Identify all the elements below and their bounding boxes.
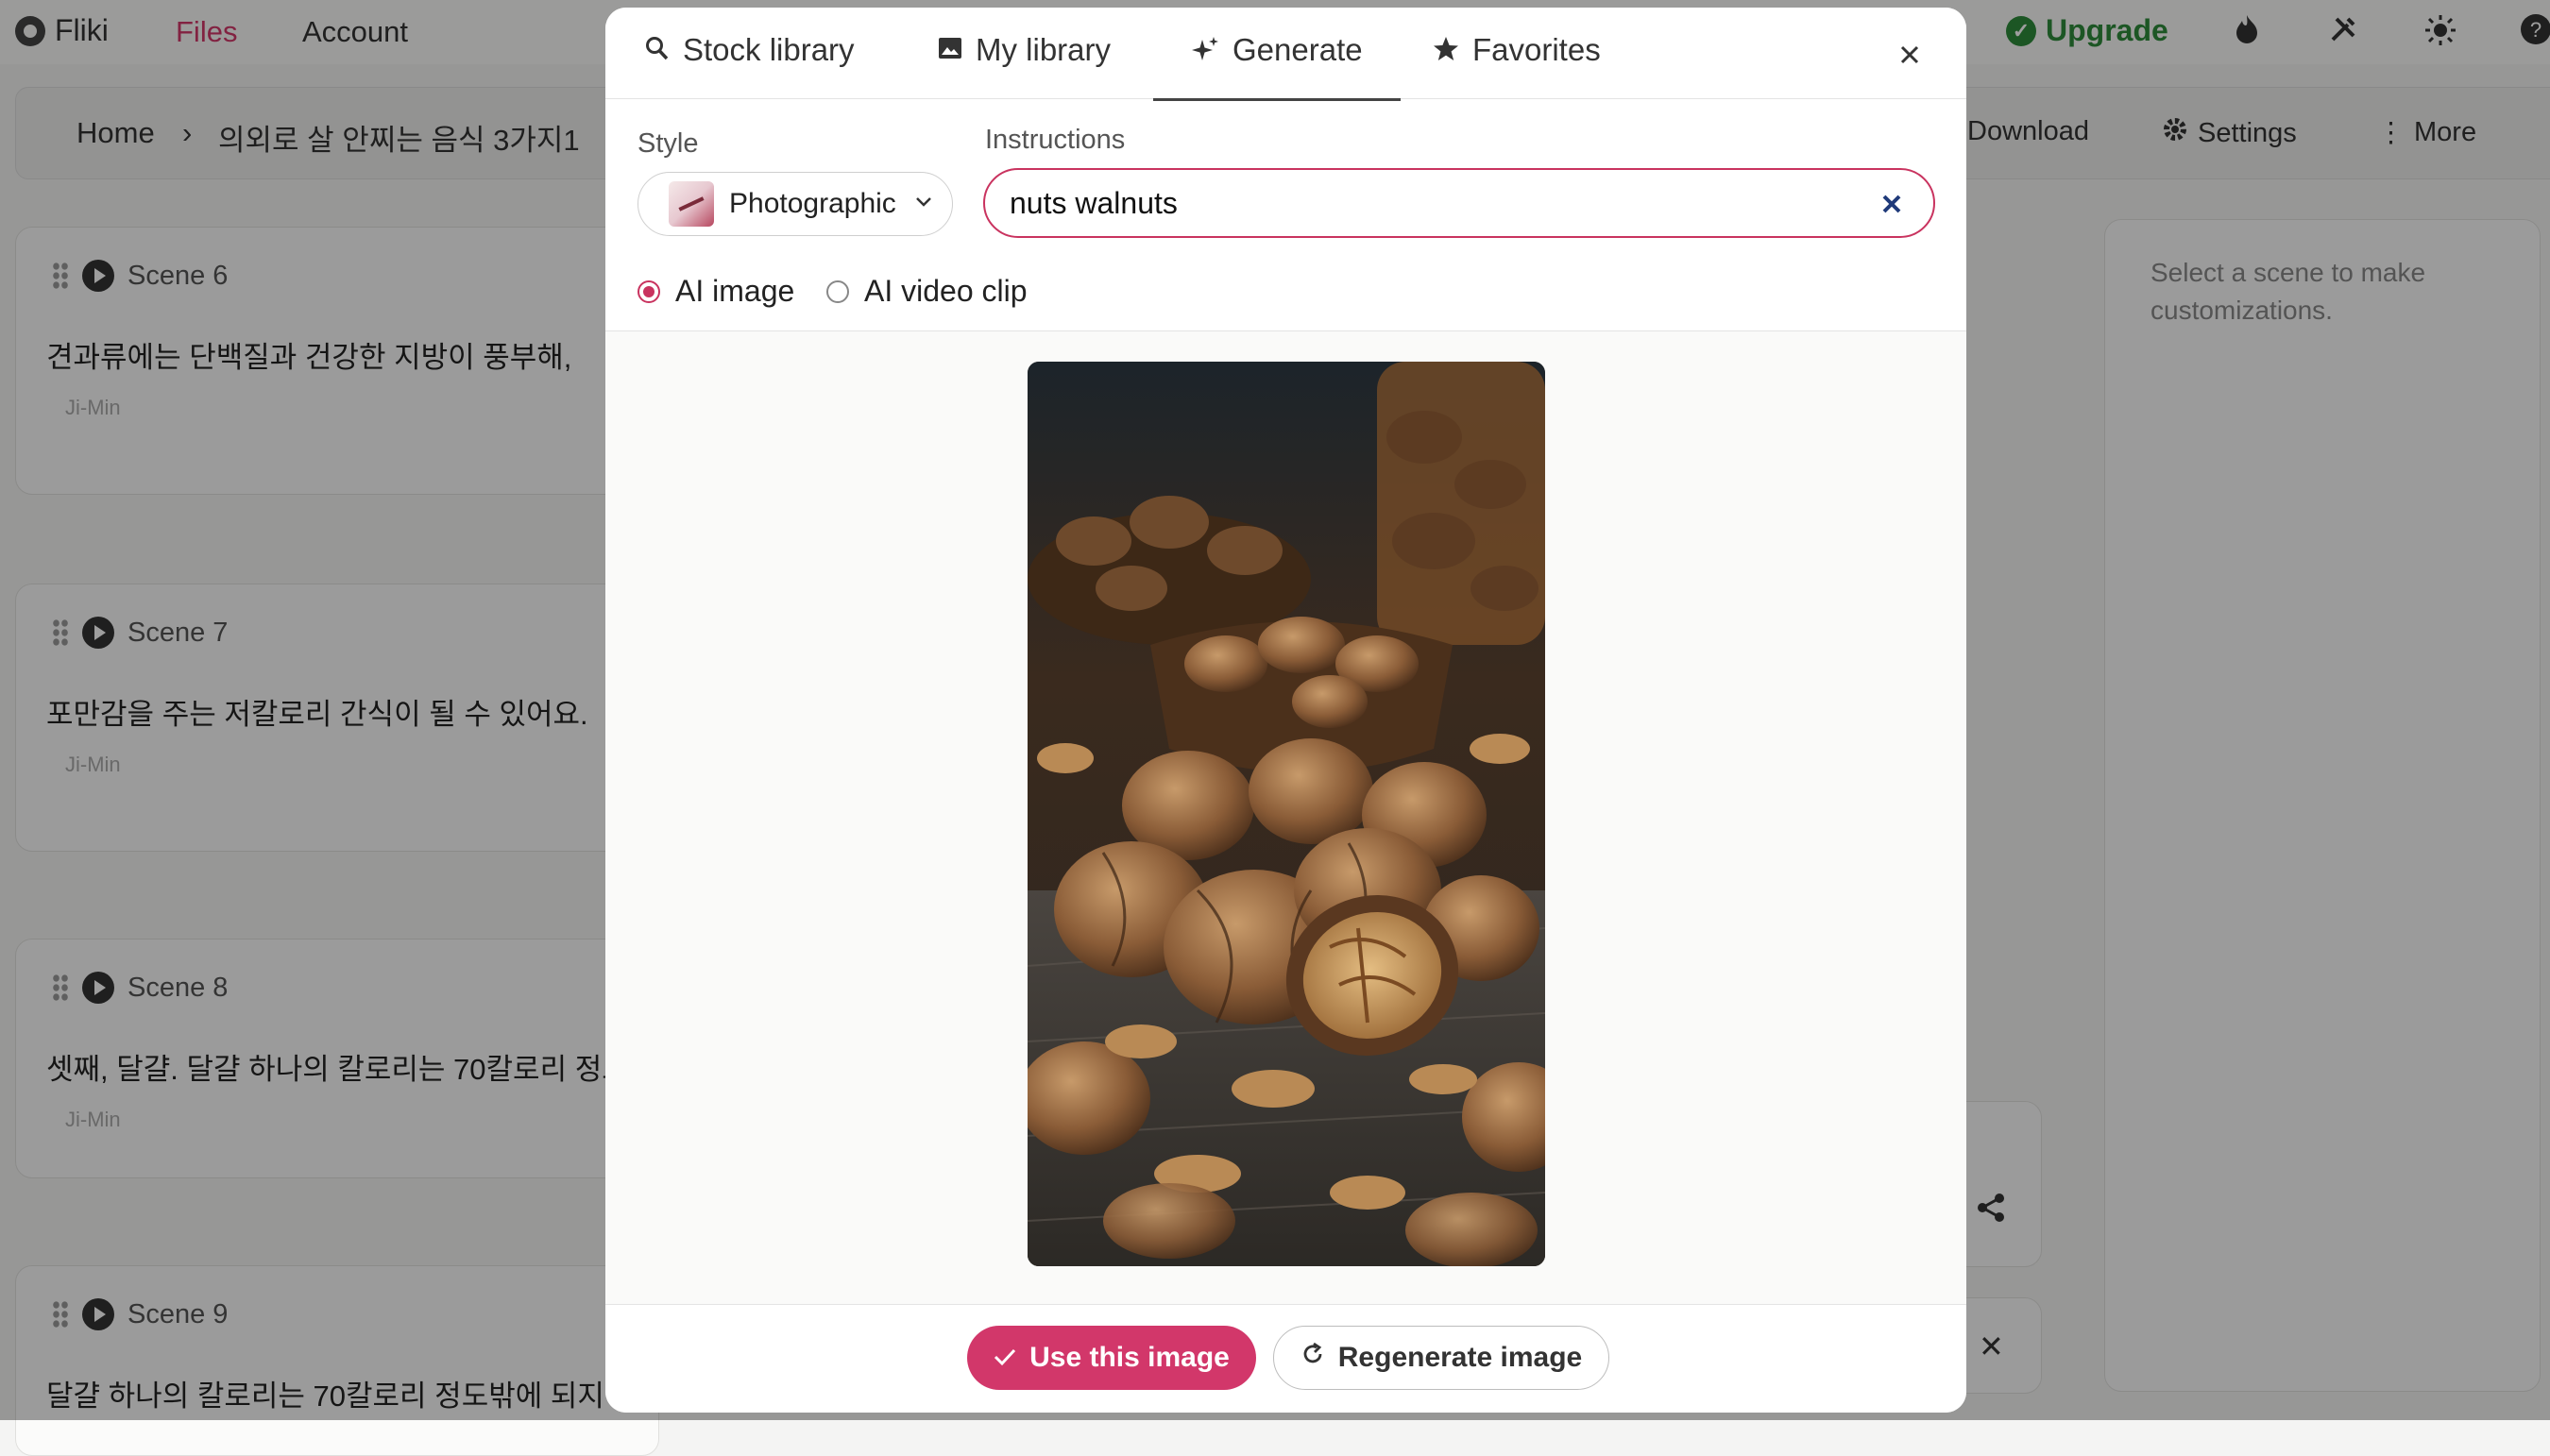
style-label: Style [638, 128, 699, 159]
tab-label: Stock library [683, 32, 855, 67]
use-image-button[interactable]: Use this image [967, 1326, 1256, 1390]
style-select[interactable]: Photographic [638, 172, 953, 236]
ai-video-clip-radio[interactable]: AI video clip [826, 274, 1028, 309]
refresh-icon [1300, 1342, 1325, 1374]
radio-label: AI video clip [864, 274, 1028, 308]
search-icon [645, 32, 670, 70]
media-tabs: Stock library My library Generate Favori… [605, 8, 1966, 101]
sparkle-icon [1191, 32, 1219, 72]
media-picker-modal: Stock library My library Generate Favori… [605, 8, 1966, 1413]
style-value: Photographic [729, 188, 896, 219]
tab-label: Favorites [1472, 32, 1601, 67]
clear-input-button[interactable] [1878, 191, 1905, 217]
clear-x-icon [1882, 195, 1901, 213]
tab-generate[interactable]: Generate [1153, 32, 1401, 101]
tab-label: Generate [1232, 32, 1363, 67]
instructions-field[interactable] [983, 168, 1935, 238]
instructions-label: Instructions [985, 125, 1126, 155]
regenerate-image-button[interactable]: Regenerate image [1273, 1326, 1609, 1390]
modal-footer: Use this image Regenerate image [605, 1305, 1966, 1413]
radio-unchecked-icon [826, 279, 849, 303]
chevron-down-icon [915, 195, 932, 212]
regenerate-image-label: Regenerate image [1337, 1342, 1583, 1373]
tab-label: My library [976, 32, 1112, 67]
style-thumbnail [669, 181, 714, 227]
close-icon [1900, 45, 1919, 64]
image-icon [938, 32, 962, 68]
close-modal-button[interactable] [1895, 40, 1925, 70]
star-icon [1433, 32, 1459, 70]
tab-my-library[interactable]: My library [938, 32, 1111, 98]
ai-image-radio[interactable]: AI image [638, 274, 794, 309]
walnuts-image [1028, 362, 1545, 1266]
tab-favorites[interactable]: Favorites [1433, 32, 1601, 98]
use-image-label: Use this image [1029, 1342, 1230, 1373]
radio-checked-icon [638, 279, 660, 303]
generated-image-preview [1028, 362, 1545, 1266]
preview-area [605, 330, 1966, 1305]
tab-stock-library[interactable]: Stock library [645, 32, 855, 98]
radio-label: AI image [675, 274, 795, 308]
check-icon [994, 1342, 1016, 1374]
instructions-input[interactable] [1008, 184, 1843, 222]
